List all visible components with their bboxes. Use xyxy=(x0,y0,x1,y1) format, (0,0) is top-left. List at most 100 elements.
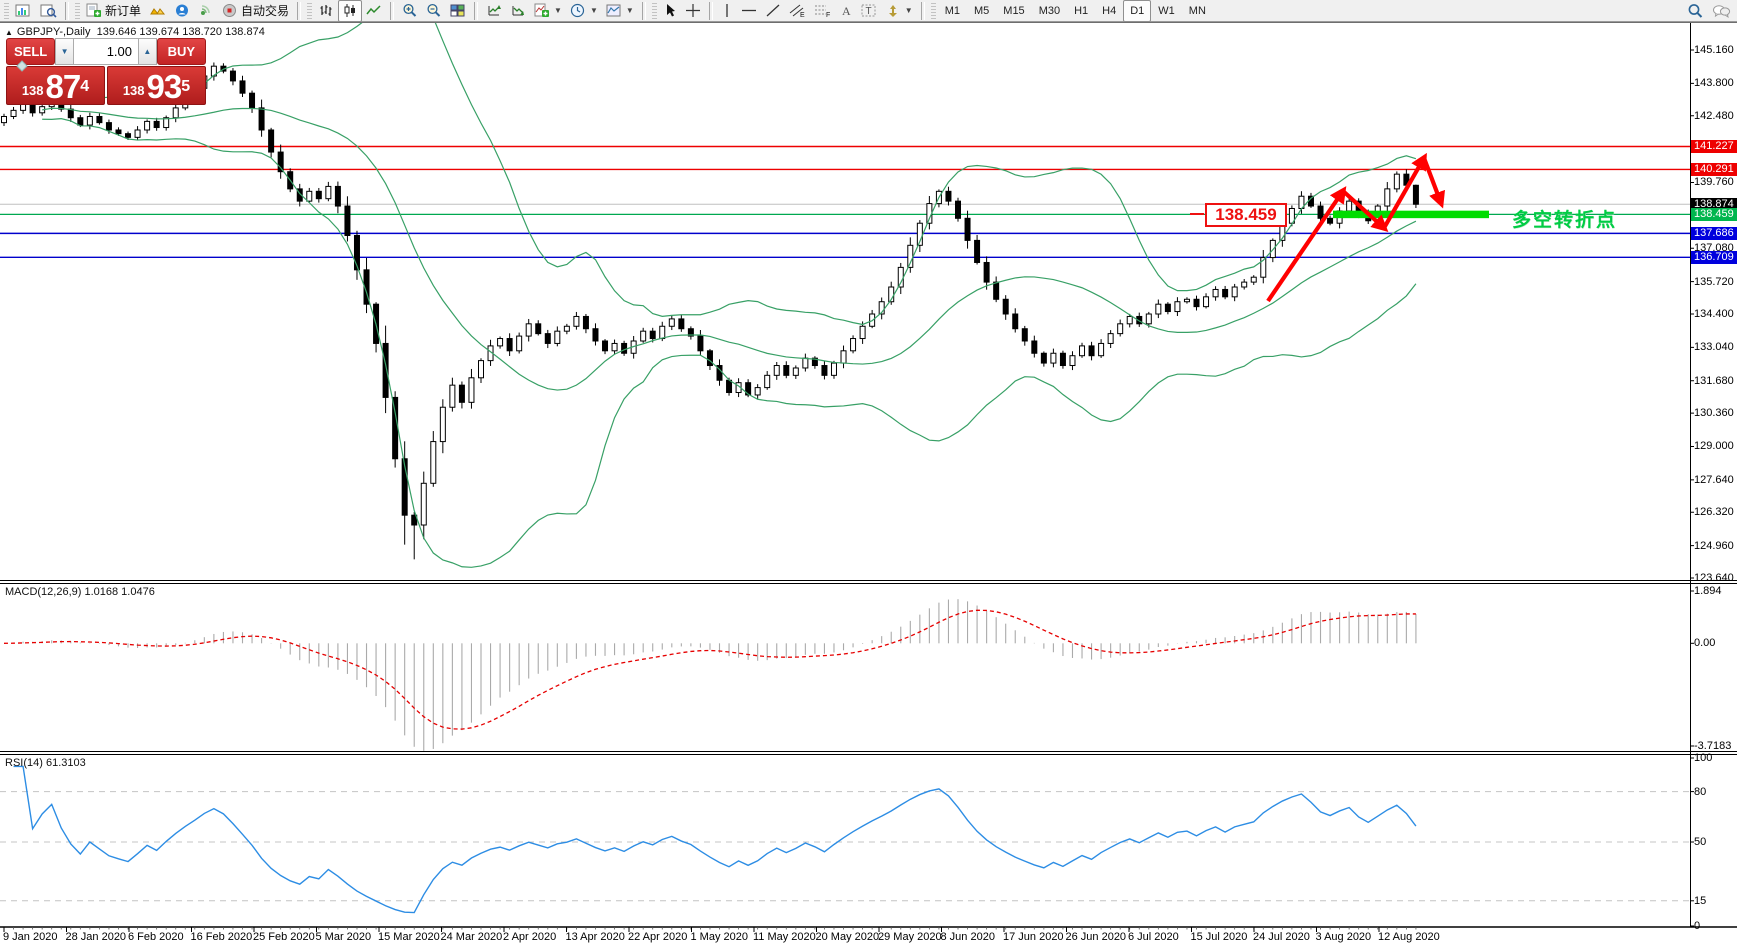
text-label-icon[interactable]: T xyxy=(857,0,881,22)
vertical-line-icon[interactable] xyxy=(717,0,737,22)
price-badge: 138.459 xyxy=(1691,208,1737,221)
buy-button[interactable]: BUY xyxy=(157,38,206,65)
zoom-in-icon[interactable] xyxy=(398,0,422,22)
candle xyxy=(1051,353,1056,363)
tile-windows-icon[interactable] xyxy=(446,0,470,22)
candle xyxy=(326,186,331,198)
toolbar-separator xyxy=(921,2,925,20)
level-price-label[interactable]: 138.459 xyxy=(1205,203,1287,227)
candle xyxy=(1003,299,1008,314)
candle xyxy=(641,331,646,341)
zigzag-arrow[interactable] xyxy=(1424,158,1441,203)
candle xyxy=(2,116,7,122)
date-label: 1 May 2020 xyxy=(691,931,748,943)
timeframe-button-M5[interactable]: M5 xyxy=(967,0,996,22)
volume-increase-button[interactable]: ▲ xyxy=(138,38,157,65)
sell-button[interactable]: SELL xyxy=(6,38,55,65)
candle xyxy=(765,375,770,387)
candle xyxy=(593,329,598,341)
cursor-icon[interactable] xyxy=(659,0,681,22)
volume-decrease-button[interactable]: ▼ xyxy=(55,38,74,65)
date-label: 26 Jun 2020 xyxy=(1066,931,1127,943)
price-badge: 137.686 xyxy=(1691,227,1737,240)
toolbar-separator xyxy=(642,2,646,20)
candlestick-chart-icon[interactable] xyxy=(338,0,362,22)
profiles-icon[interactable] xyxy=(36,0,61,22)
candle xyxy=(1089,346,1094,356)
timeframe-button-M1[interactable]: M1 xyxy=(938,0,967,22)
timeframe-button-H4[interactable]: H4 xyxy=(1095,0,1123,22)
candle xyxy=(135,130,140,137)
periods-icon[interactable]: ▼ xyxy=(566,0,602,22)
candle xyxy=(1413,185,1418,204)
signals-icon[interactable] xyxy=(194,0,218,22)
equidistant-channel-icon[interactable]: E xyxy=(785,0,810,22)
candle xyxy=(803,358,808,368)
chart-area[interactable]: ▲GBPJPY-,Daily 139.646 139.674 138.720 1… xyxy=(0,22,1737,944)
toolbar-grip[interactable] xyxy=(652,3,657,19)
horizontal-line-icon[interactable] xyxy=(737,0,761,22)
autotrade-button[interactable]: 自动交易 xyxy=(218,0,293,22)
date-label: 11 May 2020 xyxy=(753,931,816,943)
toolbar-grip[interactable] xyxy=(75,3,80,19)
turning-point-band[interactable] xyxy=(1333,211,1489,219)
date-label: 20 May 2020 xyxy=(816,931,880,943)
collapse-chart-icon[interactable]: ▲ xyxy=(5,28,13,37)
chart-title: ▲GBPJPY-,Daily 139.646 139.674 138.720 1… xyxy=(5,26,265,38)
templates-icon[interactable]: ▼ xyxy=(602,0,638,22)
text-icon[interactable]: A xyxy=(835,0,857,22)
candle xyxy=(450,385,455,407)
timeframe-button-H1[interactable]: H1 xyxy=(1067,0,1095,22)
bar-chart-icon[interactable] xyxy=(314,0,338,22)
fibonacci-icon[interactable]: F xyxy=(810,0,835,22)
turning-point-label[interactable]: 多空转折点 xyxy=(1512,205,1617,232)
arrange-a-icon[interactable] xyxy=(482,0,506,22)
candle xyxy=(1251,277,1256,282)
candle xyxy=(469,378,474,403)
annotations-group xyxy=(1268,158,1489,301)
toolbar-separator xyxy=(709,2,713,20)
toolbar-grip[interactable] xyxy=(307,3,312,19)
trend-line-icon[interactable] xyxy=(761,0,785,22)
date-label: 24 Mar 2020 xyxy=(441,931,503,943)
candle xyxy=(994,282,999,299)
new-chart-icon[interactable] xyxy=(11,0,36,22)
rsi-label: RSI(14) 61.3103 xyxy=(5,757,86,769)
candles-group[interactable] xyxy=(2,62,1419,559)
date-label: 22 Apr 2020 xyxy=(628,931,687,943)
svg-text:A: A xyxy=(842,4,851,18)
candle xyxy=(250,93,255,108)
toolbar-grip[interactable] xyxy=(931,3,936,19)
candle xyxy=(116,130,121,134)
chevron-down-icon: ▼ xyxy=(905,6,913,15)
chart-canvas[interactable] xyxy=(0,22,1737,944)
toolbar-grip[interactable] xyxy=(4,3,9,19)
arrange-b-icon[interactable] xyxy=(506,0,530,22)
candle xyxy=(421,483,426,525)
new-order-button[interactable]: 新订单 xyxy=(82,0,145,22)
search-icon[interactable] xyxy=(1683,0,1708,22)
candle xyxy=(1165,304,1170,311)
chat-icon[interactable] xyxy=(1708,0,1735,22)
candle xyxy=(574,316,579,326)
gold-icon[interactable] xyxy=(145,0,170,22)
timeframe-button-W1[interactable]: W1 xyxy=(1151,0,1182,22)
sell-price-big: 87 xyxy=(46,72,81,102)
line-chart-icon[interactable] xyxy=(362,0,386,22)
volume-input[interactable] xyxy=(74,38,138,65)
community-icon[interactable] xyxy=(170,0,194,22)
candle xyxy=(831,363,836,375)
date-label: 24 Jul 2020 xyxy=(1253,931,1310,943)
candle xyxy=(230,71,235,81)
crosshair-icon[interactable] xyxy=(681,0,705,22)
buy-price[interactable]: 138935 xyxy=(107,66,206,105)
timeframe-button-M30[interactable]: M30 xyxy=(1032,0,1067,22)
indicators-icon[interactable]: ▼ xyxy=(530,0,566,22)
zoom-out-icon[interactable] xyxy=(422,0,446,22)
timeframe-button-M15[interactable]: M15 xyxy=(996,0,1031,22)
sell-price[interactable]: 138874 xyxy=(6,66,105,105)
price-tick-label: 131.680 xyxy=(1694,375,1734,387)
timeframe-button-MN[interactable]: MN xyxy=(1182,0,1213,22)
arrows-icon[interactable]: ▼ xyxy=(881,0,917,22)
timeframe-button-D1[interactable]: D1 xyxy=(1123,0,1151,22)
